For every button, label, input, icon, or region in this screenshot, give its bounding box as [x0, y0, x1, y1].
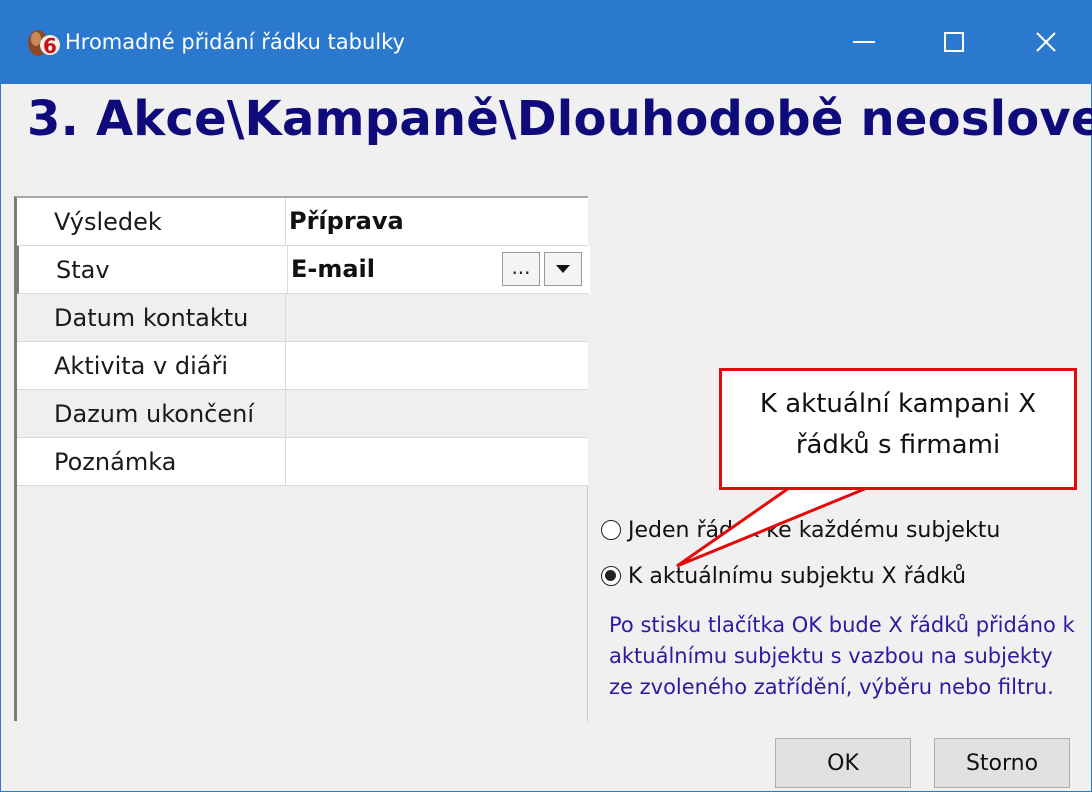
svg-text:6: 6 — [43, 34, 57, 58]
cancel-button[interactable]: Storno — [934, 738, 1070, 788]
row-label: Dazum ukončení — [54, 400, 254, 428]
grid-row-stav[interactable]: Stav E-mail ... — [17, 246, 590, 294]
callout-line-1: K aktuální kampani X — [759, 389, 1037, 419]
callout-text: K aktuální kampani X řádků s firmami — [719, 384, 1077, 466]
page-title: 3. Akce\Kampaně\Dlouhodobě neoslovení — [27, 91, 1092, 147]
ok-button[interactable]: OK — [775, 738, 911, 788]
row-value[interactable] — [285, 438, 588, 485]
row-label: Datum kontaktu — [54, 304, 249, 332]
callout-line-2: řádků s firmami — [795, 430, 1001, 460]
close-button[interactable] — [1001, 14, 1091, 70]
grid-row-aktivita[interactable]: Aktivita v diáři — [17, 342, 588, 390]
info-text: Po stisku tlačítka OK bude X řádků přidá… — [609, 613, 1075, 699]
ellipsis-button[interactable]: ... — [502, 252, 540, 286]
property-grid: Výsledek Příprava Stav E-mail ... Datum … — [14, 196, 590, 721]
grid-row-poznamka[interactable]: Poznámka — [17, 438, 588, 486]
radio-to-current-subject[interactable]: K aktuálnímu subjektu X řádků — [601, 560, 966, 592]
minimize-button[interactable] — [819, 14, 909, 70]
row-value[interactable] — [285, 390, 588, 437]
radio-circle[interactable] — [601, 520, 621, 540]
grid-row-vysledek[interactable]: Výsledek Příprava — [17, 198, 588, 246]
radio-label: K aktuálnímu subjektu X řádků — [628, 563, 967, 589]
grid-row-datum-ukonceni[interactable]: Dazum ukončení — [17, 390, 588, 438]
row-value[interactable] — [285, 342, 588, 389]
maximize-icon — [944, 32, 964, 52]
maximize-button[interactable] — [909, 14, 999, 70]
close-icon — [1036, 32, 1056, 52]
minimize-icon — [853, 41, 875, 43]
title-bar[interactable]: 6 Hromadné přidání řádku tabulky — [1, 0, 1091, 84]
row-value[interactable] — [285, 294, 588, 341]
chevron-down-icon — [556, 265, 570, 273]
row-label: Aktivita v diáři — [54, 352, 228, 380]
app-logo-icon: 6 — [28, 30, 60, 58]
window-title: Hromadné přidání řádku tabulky — [65, 30, 405, 54]
row-value[interactable]: Příprava — [285, 198, 588, 245]
radio-one-row-each[interactable]: Jeden řádek ke každému subjektu — [601, 514, 1000, 546]
dropdown-button[interactable] — [544, 252, 582, 286]
row-label: Stav — [56, 256, 110, 284]
row-label: Poznámka — [54, 448, 177, 476]
stav-value: E-mail — [291, 255, 376, 283]
row-label: Výsledek — [54, 208, 162, 236]
dialog-window: 6 Hromadné přidání řádku tabulky 3. Akce… — [0, 0, 1092, 792]
radio-label: Jeden řádek ke každému subjektu — [628, 517, 1001, 543]
radio-circle-checked[interactable] — [601, 566, 621, 586]
grid-row-datum-kontaktu[interactable]: Datum kontaktu — [17, 294, 588, 342]
